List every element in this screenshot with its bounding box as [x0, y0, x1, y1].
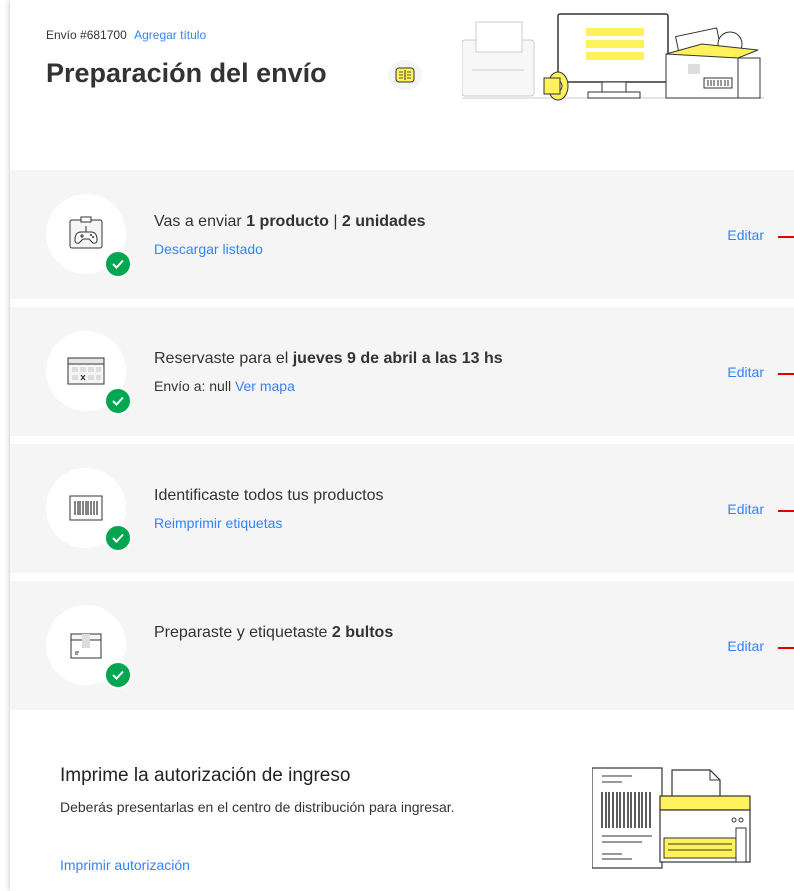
guide-button[interactable] — [388, 60, 422, 90]
edit-labels-button[interactable]: Editar — [727, 501, 764, 517]
shipment-card: Envío #681700 Agregar título Preparación… — [10, 0, 794, 891]
step-title: Vas a enviar 1 producto | 2 unidades — [154, 213, 426, 231]
step-title-text: Preparaste y etiquetaste — [154, 624, 332, 641]
reprint-labels-link[interactable]: Reimprimir etiquetas — [154, 515, 282, 531]
step-title: Reservaste para el jueves 9 de abril a l… — [154, 350, 503, 368]
completed-check-icon — [104, 250, 132, 278]
step-title-text: Identificaste todos tus productos — [154, 487, 384, 504]
ship-to-text: Envío a: null — [154, 378, 232, 394]
unit-count: 2 unidades — [341, 213, 426, 230]
step-products: Vas a enviar 1 producto | 2 unidades Des… — [10, 170, 794, 299]
packing-station-illustration — [462, 13, 764, 101]
book-icon — [395, 67, 415, 83]
edit-reservation-button[interactable]: Editar — [727, 364, 764, 380]
add-title-link[interactable]: Agregar título — [134, 28, 206, 42]
authorization-description: Deberás presentarlas en el centro de dis… — [60, 799, 455, 815]
step-subtitle: Descargar listado — [154, 241, 263, 257]
package-box-icon — [70, 633, 102, 659]
print-authorization-link[interactable]: Imprimir autorización — [60, 857, 190, 873]
completed-check-icon — [104, 661, 132, 689]
separator: | — [328, 213, 342, 230]
view-map-link[interactable]: Ver mapa — [235, 378, 295, 394]
step-title-text: Vas a enviar — [154, 213, 247, 230]
red-marker — [778, 373, 794, 375]
red-marker — [778, 510, 794, 512]
step-title: Identificaste todos tus productos — [154, 487, 383, 505]
reservation-date: jueves 9 de abril a las 13 hs — [292, 350, 503, 367]
authorization-title: Imprime la autorización de ingreso — [60, 765, 351, 786]
page-title: Preparación del envío — [46, 58, 327, 88]
barcode-label-icon — [69, 495, 103, 521]
printer-document-illustration — [592, 767, 751, 869]
red-marker — [778, 647, 794, 649]
step-packages: Preparaste y etiquetaste 2 bultos Editar — [10, 581, 794, 710]
package-count: 2 bultos — [331, 624, 394, 641]
completed-check-icon — [104, 387, 132, 415]
calendar-icon — [67, 357, 105, 385]
red-marker — [778, 236, 794, 238]
product-count: 1 producto — [246, 213, 329, 230]
edit-packages-button[interactable]: Editar — [727, 638, 764, 654]
completed-check-icon — [104, 524, 132, 552]
edit-products-button[interactable]: Editar — [727, 227, 764, 243]
step-reservation: Reservaste para el jueves 9 de abril a l… — [10, 307, 794, 436]
shipment-line: Envío #681700 Agregar título — [46, 28, 206, 42]
step-subtitle: Reimprimir etiquetas — [154, 515, 282, 531]
step-subtitle: Envío a: null Ver mapa — [154, 378, 295, 394]
steps-list: Vas a enviar 1 producto | 2 unidades Des… — [10, 170, 794, 718]
download-list-link[interactable]: Descargar listado — [154, 241, 263, 257]
authorization-section: Imprime la autorización de ingreso Deber… — [10, 714, 794, 891]
step-title-text: Reservaste para el — [154, 350, 293, 367]
step-title: Preparaste y etiquetaste 2 bultos — [154, 624, 393, 642]
step-labels: Identificaste todos tus productos Reimpr… — [10, 444, 794, 573]
gamepad-box-icon — [69, 216, 103, 249]
page-header: Envío #681700 Agregar título Preparación… — [10, 0, 794, 160]
shipment-id: Envío #681700 — [46, 28, 127, 42]
